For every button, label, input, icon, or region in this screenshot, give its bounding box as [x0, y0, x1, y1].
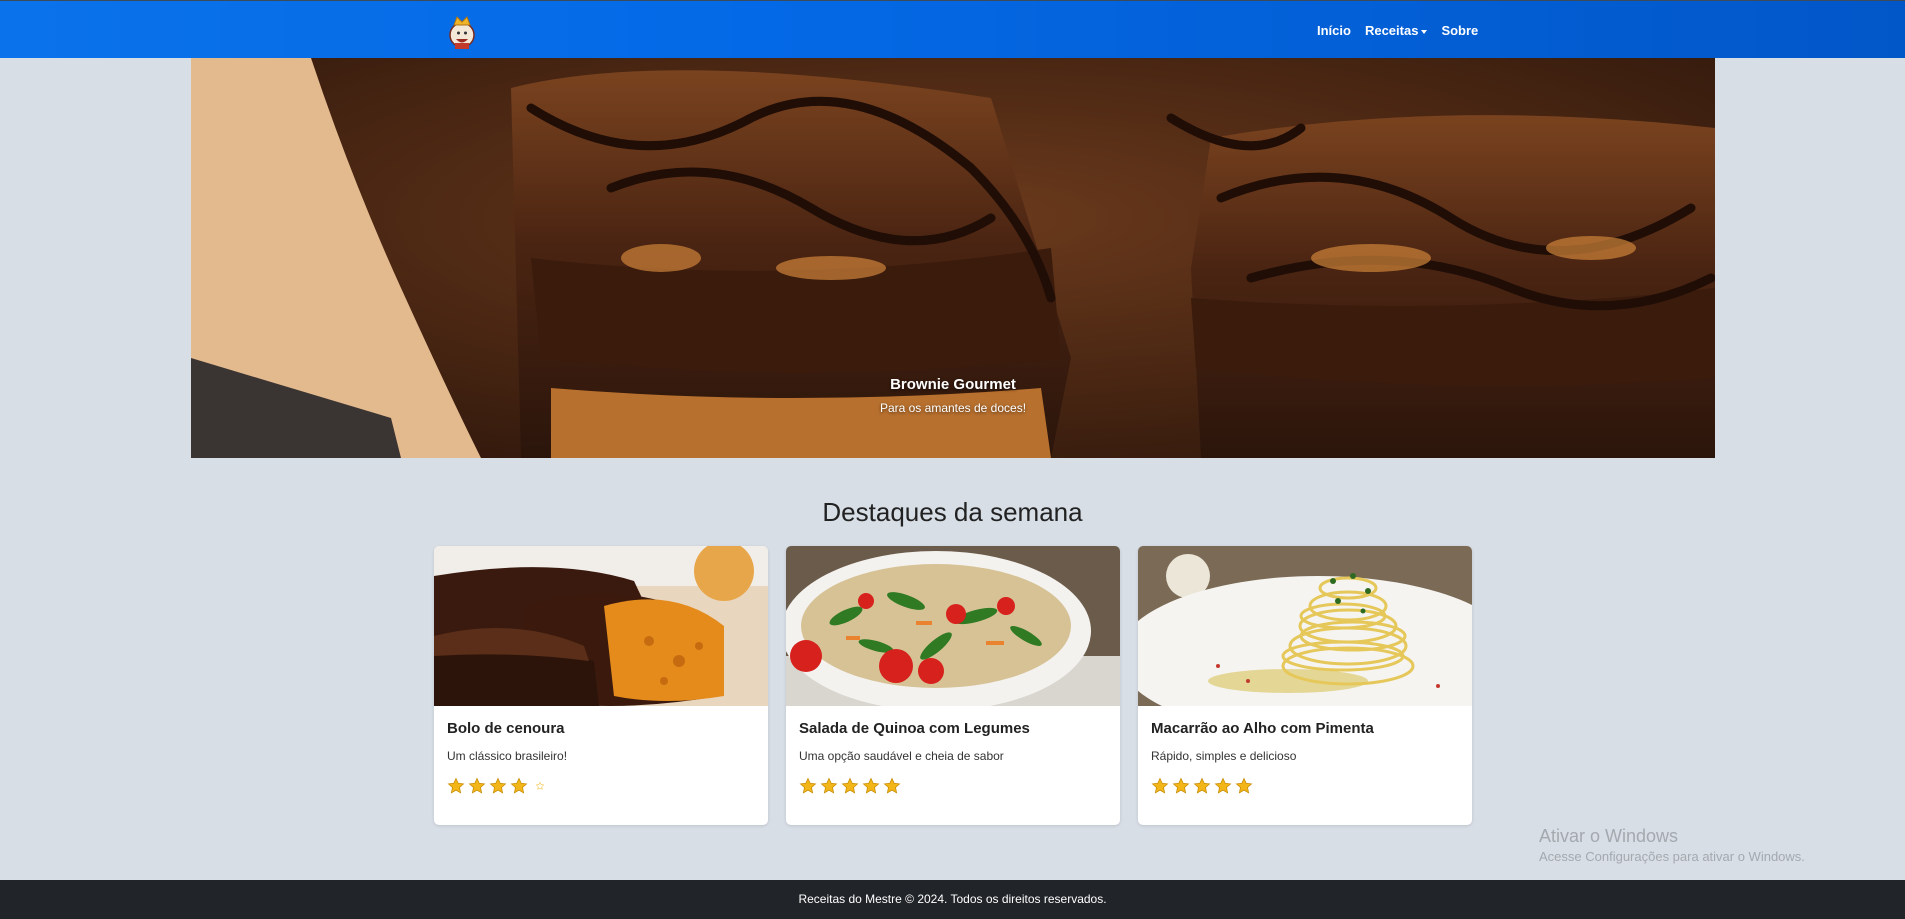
chef-king-logo-icon[interactable] — [446, 13, 478, 51]
star-rating — [799, 777, 1107, 795]
watermark-subtitle: Acesse Configurações para ativar o Windo… — [1539, 849, 1805, 864]
windows-activation-watermark: Ativar o Windows Acesse Configurações pa… — [1539, 826, 1805, 864]
star-filled-icon — [820, 777, 838, 794]
star-filled-icon — [447, 777, 465, 794]
quinoa-salad-image — [786, 546, 1120, 706]
star-filled-icon — [489, 777, 507, 794]
star-filled-icon — [510, 777, 528, 794]
recipe-card[interactable]: Bolo de cenoura Um clássico brasileiro! — [434, 546, 768, 825]
nav-links: Início Receitas Sobre — [1317, 23, 1478, 38]
footer-text: Receitas do Mestre © 2024. Todos os dire… — [798, 892, 1107, 906]
nav-link-recipes-label: Receitas — [1364, 23, 1419, 38]
garlic-pasta-image — [1138, 546, 1472, 706]
carrot-cake-image — [434, 546, 768, 706]
card-body: Salada de Quinoa com Legumes Uma opção s… — [786, 706, 1120, 809]
recipe-card[interactable]: Macarrão ao Alho com Pimenta Rápido, sim… — [1138, 546, 1472, 825]
card-title: Bolo de cenoura — [447, 720, 565, 737]
hero-title: Brownie Gourmet — [890, 376, 1016, 393]
nav-link-recipes-dropdown[interactable]: Receitas — [1364, 23, 1428, 38]
card-description: Rápido, simples e delicioso — [1151, 749, 1297, 763]
star-filled-icon — [1193, 777, 1211, 794]
card-title: Macarrão ao Alho com Pimenta — [1151, 720, 1374, 737]
star-rating — [1151, 777, 1459, 795]
chevron-down-icon — [1421, 29, 1428, 34]
star-empty-icon — [535, 781, 545, 790]
section-title: Destaques da semana — [822, 497, 1083, 527]
hero-caption: Brownie Gourmet Para os amantes de doces… — [191, 376, 1715, 415]
star-rating — [447, 777, 755, 795]
card-description: Uma opção saudável e cheia de sabor — [799, 749, 1004, 763]
star-filled-icon — [1172, 777, 1190, 794]
watermark-title: Ativar o Windows — [1539, 826, 1679, 846]
card-body: Bolo de cenoura Um clássico brasileiro! — [434, 706, 768, 809]
star-filled-icon — [1214, 777, 1232, 794]
star-filled-icon — [468, 777, 486, 794]
recipe-card[interactable]: Salada de Quinoa com Legumes Uma opção s… — [786, 546, 1120, 825]
footer: Receitas do Mestre © 2024. Todos os dire… — [0, 880, 1905, 919]
navbar: Início Receitas Sobre — [0, 0, 1905, 58]
star-filled-icon — [1151, 777, 1169, 794]
star-filled-icon — [862, 777, 880, 794]
card-body: Macarrão ao Alho com Pimenta Rápido, sim… — [1138, 706, 1472, 809]
nav-link-home[interactable]: Início — [1317, 23, 1351, 38]
nav-link-about[interactable]: Sobre — [1441, 23, 1478, 38]
star-filled-icon — [841, 777, 859, 794]
hero-carousel[interactable]: Brownie Gourmet Para os amantes de doces… — [191, 58, 1715, 458]
card-description: Um clássico brasileiro! — [447, 749, 568, 763]
star-filled-icon — [1235, 777, 1253, 794]
star-filled-icon — [883, 777, 901, 794]
hero-subtitle: Para os amantes de doces! — [879, 401, 1027, 415]
star-filled-icon — [799, 777, 817, 794]
card-title: Salada de Quinoa com Legumes — [799, 720, 1030, 737]
